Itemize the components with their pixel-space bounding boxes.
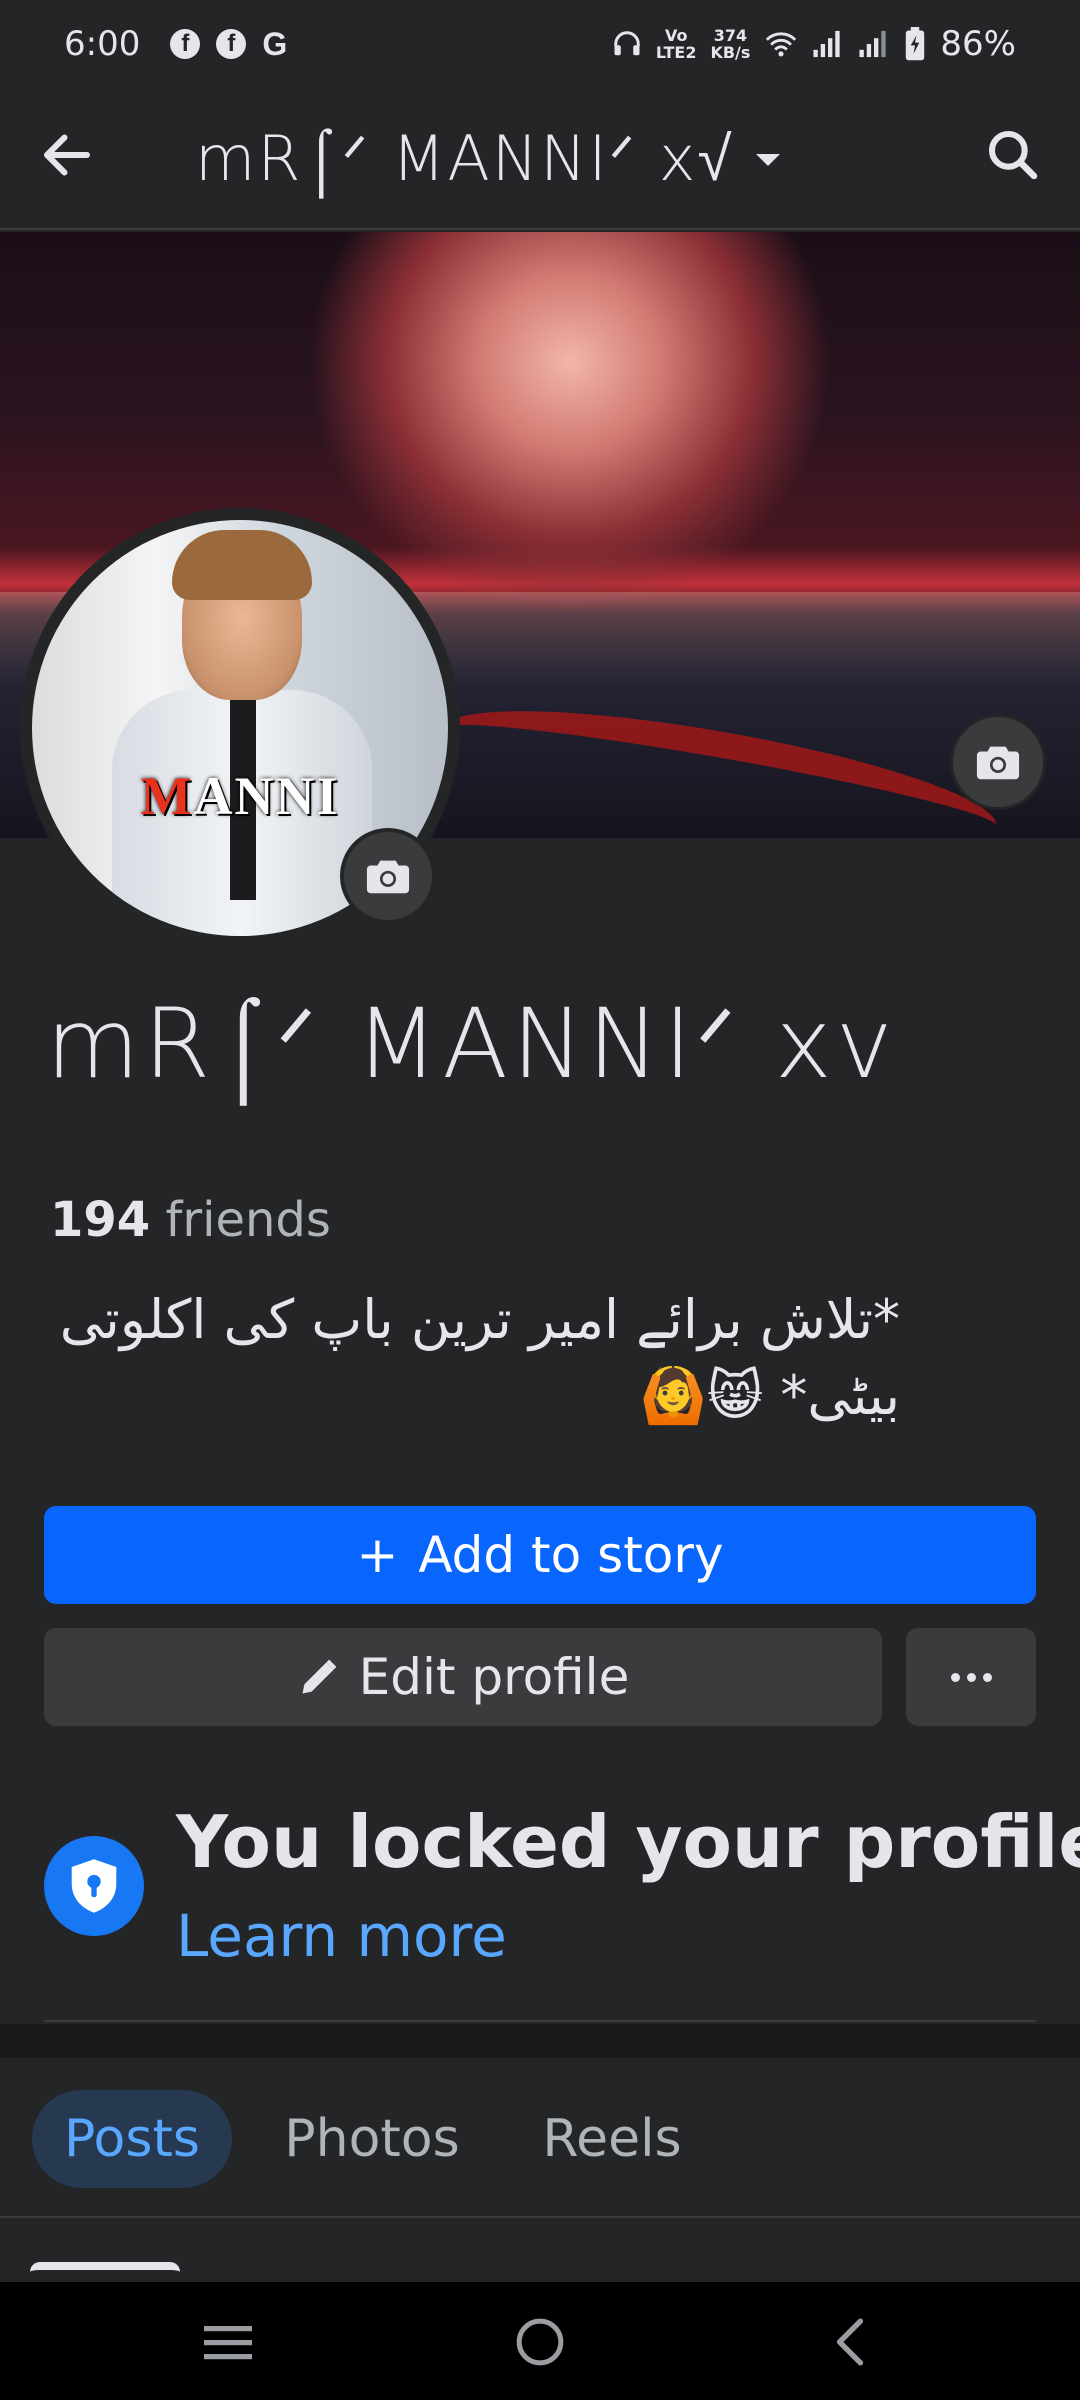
learn-more-link[interactable]: Learn more bbox=[176, 1902, 507, 1970]
tab-reels[interactable]: Reels bbox=[512, 2090, 712, 2188]
top-app-bar: mR⌠ᐟ MANNIᐟ x√ bbox=[0, 88, 1080, 230]
avatar-brand-text: MANNI bbox=[32, 765, 448, 827]
facebook-icon: f bbox=[170, 29, 201, 59]
headphones-icon bbox=[612, 29, 642, 59]
recent-apps-button[interactable] bbox=[178, 2302, 278, 2382]
system-back-button[interactable] bbox=[800, 2302, 900, 2382]
section-separator bbox=[0, 2024, 1080, 2058]
signal-icon bbox=[858, 29, 890, 59]
avatar-brand-rest: ANNI bbox=[193, 766, 340, 826]
edit-profile-label: Edit profile bbox=[358, 1648, 630, 1706]
plus-icon: + bbox=[356, 1526, 399, 1584]
header-title: mR⌠ᐟ MANNIᐟ x√ bbox=[195, 121, 734, 195]
facebook-icon: f bbox=[216, 29, 247, 59]
add-to-story-button[interactable]: + Add to story bbox=[44, 1506, 1036, 1604]
system-navigation-bar bbox=[0, 2282, 1080, 2400]
friends-count: 194 bbox=[50, 1192, 151, 1248]
signal-icon bbox=[812, 29, 844, 59]
shield-lock-icon bbox=[71, 1859, 117, 1913]
profile-name: mR⌠ᐟ MANNIᐟ xv bbox=[46, 988, 897, 1100]
arrow-left-icon bbox=[44, 134, 90, 176]
edit-cover-photo-button[interactable] bbox=[950, 714, 1046, 810]
volte-sub-label: LTE2 bbox=[655, 43, 697, 62]
chevron-down-icon bbox=[755, 154, 780, 166]
locked-profile-badge bbox=[44, 1836, 144, 1936]
more-dots-icon bbox=[950, 1672, 992, 1682]
status-bar: 6:00 f f G Vo LTE2 374 KB/s 86% bbox=[0, 0, 1080, 88]
google-icon: G bbox=[262, 25, 288, 62]
more-options-button[interactable] bbox=[906, 1628, 1036, 1726]
search-button[interactable] bbox=[976, 118, 1050, 192]
edit-profile-picture-button[interactable] bbox=[340, 828, 436, 924]
status-indicators: Vo LTE2 374 KB/s 86% bbox=[612, 24, 1016, 64]
battery-percent: 86% bbox=[940, 24, 1016, 64]
avatar-hair bbox=[172, 530, 312, 600]
camera-icon bbox=[366, 860, 410, 894]
home-circle-icon bbox=[516, 2318, 564, 2366]
profile-switcher[interactable]: mR⌠ᐟ MANNIᐟ x√ bbox=[195, 118, 780, 198]
next-section-peek bbox=[30, 2262, 230, 2282]
add-to-story-label: Add to story bbox=[418, 1526, 724, 1584]
network-speed: 374 KB/s bbox=[710, 27, 750, 61]
volte-indicator: Vo LTE2 bbox=[656, 27, 697, 61]
edit-profile-button[interactable]: Edit profile bbox=[44, 1628, 882, 1726]
chevron-left-icon bbox=[836, 2318, 864, 2366]
search-icon bbox=[988, 130, 1038, 180]
back-button[interactable] bbox=[30, 118, 104, 192]
battery-charging-icon bbox=[904, 27, 926, 61]
status-time: 6:00 bbox=[64, 24, 141, 64]
avatar-brand-first: M bbox=[140, 766, 194, 826]
menu-icon bbox=[204, 2326, 252, 2360]
notification-icons: f f G bbox=[170, 26, 287, 63]
profile-bio: *تلاش برائے امیر ترین باپ کی اکلوتی بیٹی… bbox=[59, 1288, 900, 1427]
home-button[interactable] bbox=[490, 2302, 590, 2382]
friends-label: friends bbox=[165, 1192, 331, 1248]
network-speed-unit: KB/s bbox=[710, 43, 751, 62]
locked-profile-title: You locked your profile bbox=[176, 1800, 1080, 1884]
tab-photos[interactable]: Photos bbox=[262, 2090, 482, 2188]
tab-posts[interactable]: Posts bbox=[32, 2090, 232, 2188]
pencil-icon bbox=[302, 1659, 337, 1694]
profile-tabs: Posts Photos Reels bbox=[0, 2058, 1080, 2218]
wifi-icon bbox=[764, 29, 798, 59]
camera-icon bbox=[976, 746, 1020, 780]
section-divider bbox=[44, 2020, 1036, 2022]
friends-count-link[interactable]: 194 friends bbox=[50, 1192, 331, 1248]
